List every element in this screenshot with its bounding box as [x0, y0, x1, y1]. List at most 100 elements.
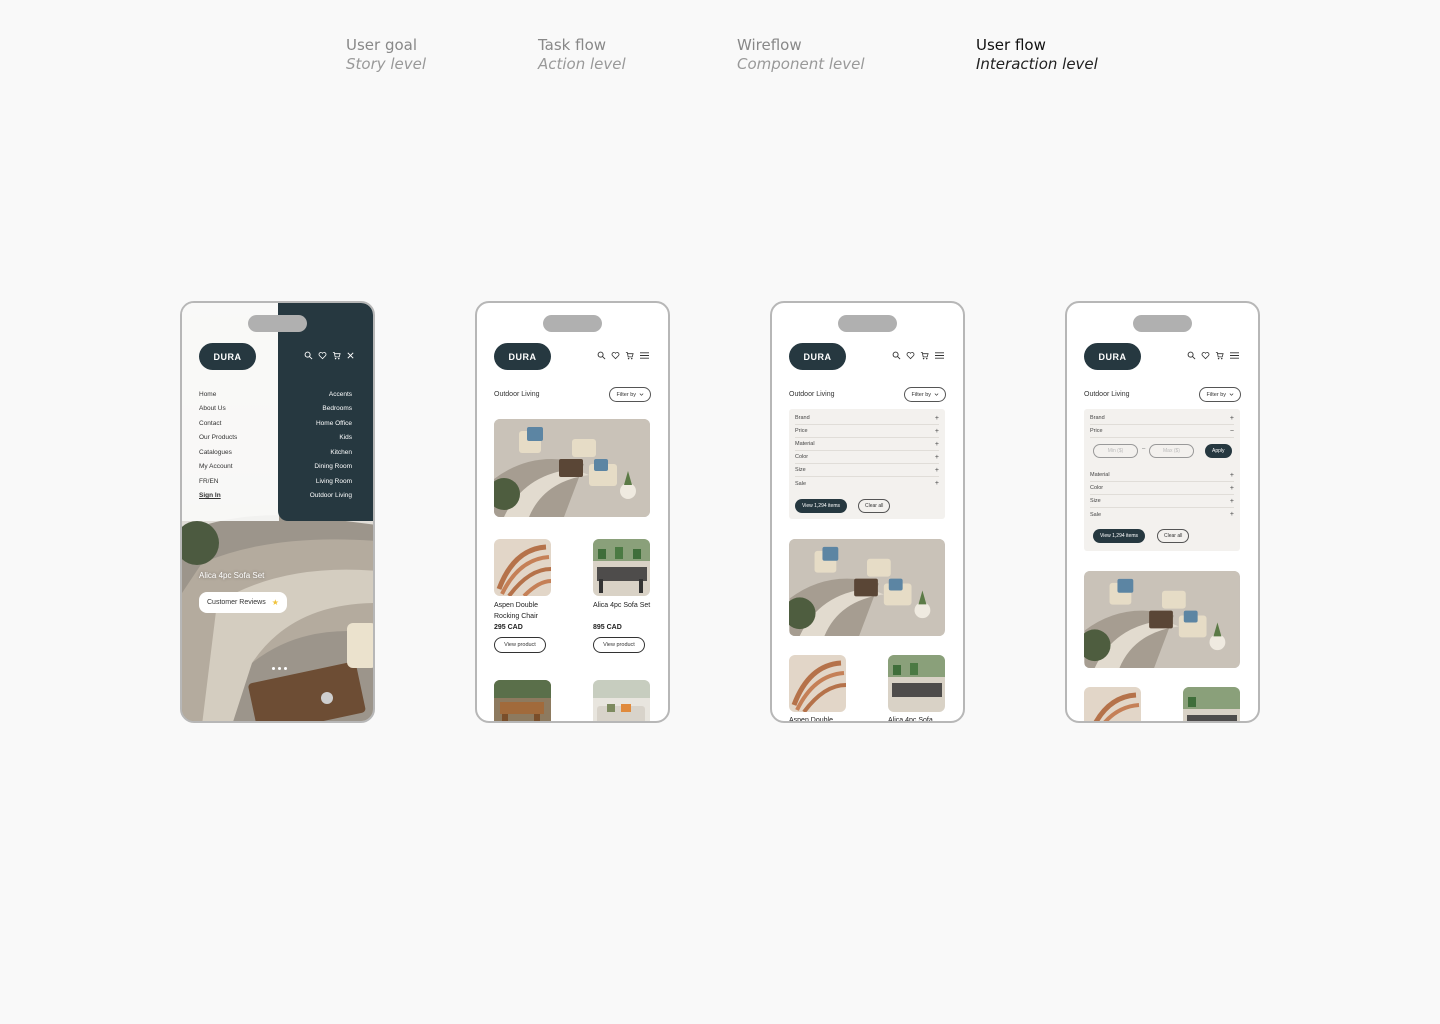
menu-item-about[interactable]: About Us	[199, 405, 226, 412]
range-dash: –	[1142, 446, 1146, 452]
phone-filter-screen: DURA Outdoor Living Filter by Brand + Pri…	[770, 301, 965, 723]
view-product-button[interactable]: View product	[593, 637, 645, 653]
filter-row-price[interactable]: Price −	[1090, 425, 1234, 438]
brand-logo[interactable]: DURA	[1084, 343, 1141, 370]
menu-item-language[interactable]: FR/EN	[199, 478, 219, 485]
tab-wireflow[interactable]: Wireflow Component level	[737, 36, 865, 74]
heart-icon[interactable]	[1201, 351, 1210, 360]
phone-notch	[543, 315, 602, 332]
clear-all-button[interactable]: Clear all	[1157, 529, 1190, 543]
brand-logo[interactable]: DURA	[789, 343, 846, 370]
hero-image	[494, 419, 650, 517]
heart-icon[interactable]	[318, 351, 327, 360]
search-icon[interactable]	[1187, 351, 1196, 360]
menu-item-sign-in[interactable]: Sign In	[199, 492, 221, 499]
product-name: Aspen Double	[789, 717, 833, 723]
cart-icon[interactable]	[625, 351, 634, 360]
menu-item-account[interactable]: My Account	[199, 463, 233, 470]
filter-button[interactable]: Filter by	[904, 387, 946, 402]
filter-row-sale[interactable]: Sale +	[795, 477, 939, 490]
view-items-button[interactable]: View 1,294 items	[1093, 529, 1145, 543]
filter-row-sale[interactable]: Sale +	[1090, 508, 1234, 521]
phone-menu-screen: DURA Home About Us Contact Our Products …	[180, 301, 375, 723]
phone-listing-screen: DURA Outdoor Living Filter by Aspen Doub…	[475, 301, 670, 723]
brand-logo[interactable]: DURA	[494, 343, 551, 370]
cart-icon[interactable]	[332, 351, 341, 360]
filter-button[interactable]: Filter by	[609, 387, 651, 402]
reviews-label: Customer Reviews	[207, 599, 266, 606]
menu-panel-right	[278, 303, 373, 521]
product-image-sofa-set[interactable]	[888, 655, 945, 712]
menu-item-kitchen[interactable]: Kitchen	[330, 449, 352, 456]
clear-all-button[interactable]: Clear all	[858, 499, 891, 513]
view-product-button[interactable]: View product	[494, 637, 546, 653]
product-image-sofa-set[interactable]	[1183, 687, 1240, 721]
search-icon[interactable]	[597, 351, 606, 360]
cart-icon[interactable]	[920, 351, 929, 360]
search-icon[interactable]	[892, 351, 901, 360]
menu-item-dining[interactable]: Dining Room	[314, 463, 352, 470]
min-price-input[interactable]: Min ($)	[1093, 444, 1138, 458]
tab-task-flow[interactable]: Task flow Action level	[538, 36, 626, 74]
chevron-down-icon	[1229, 393, 1234, 396]
menu-item-bedrooms[interactable]: Bedrooms	[322, 405, 352, 412]
customer-reviews-button[interactable]: Customer Reviews ★	[199, 592, 287, 613]
filter-row-brand[interactable]: Brand +	[1090, 412, 1234, 425]
header-icons	[1187, 351, 1240, 360]
filter-row-material[interactable]: Material +	[795, 438, 939, 451]
header-icons	[892, 351, 945, 360]
filter-panel: Brand + Price + Material + Color + Size + Sal…	[789, 409, 945, 519]
tab-user-goal[interactable]: User goal Story level	[346, 36, 426, 74]
hamburger-icon[interactable]	[639, 351, 650, 360]
filter-label: Filter by	[616, 391, 636, 398]
cart-icon[interactable]	[1215, 351, 1224, 360]
menu-item-accents[interactable]: Accents	[329, 391, 352, 398]
product-image[interactable]	[593, 680, 650, 721]
product-name: Alica 4pc Sofa	[888, 717, 933, 723]
product-image-rocking-chair[interactable]	[789, 655, 846, 712]
heart-icon[interactable]	[906, 351, 915, 360]
close-icon[interactable]	[346, 351, 355, 360]
menu-item-catalogues[interactable]: Catalogues	[199, 449, 232, 456]
header-icons	[597, 351, 650, 360]
filter-button[interactable]: Filter by	[1199, 387, 1241, 402]
carousel-dots[interactable]	[272, 667, 287, 670]
product-image-rocking-chair[interactable]	[494, 539, 551, 596]
product-price: 895 CAD	[593, 624, 622, 631]
brand-logo[interactable]: DURA	[199, 343, 256, 370]
hero-image	[789, 539, 945, 636]
max-price-input[interactable]: Max ($)	[1149, 444, 1194, 458]
search-icon[interactable]	[304, 351, 313, 360]
product-image-sofa-set[interactable]	[593, 539, 650, 596]
product-name: Alica 4pc Sofa Set	[593, 602, 651, 609]
tab-title: User flow	[976, 36, 1046, 54]
filter-row-price[interactable]: Price +	[795, 425, 939, 438]
filter-row-material[interactable]: Material +	[1090, 469, 1234, 482]
tab-title: Task flow	[538, 36, 607, 54]
view-items-button[interactable]: View 1,294 items	[795, 499, 847, 513]
filter-panel: Brand + Price − Min ($) – Max ($) Apply Ma…	[1084, 409, 1240, 551]
product-image[interactable]	[494, 680, 551, 721]
menu-item-home-office[interactable]: Home Office	[316, 420, 352, 427]
heart-icon[interactable]	[611, 351, 620, 360]
hamburger-icon[interactable]	[934, 351, 945, 360]
header-icons	[304, 351, 355, 360]
menu-item-contact[interactable]: Contact	[199, 420, 221, 427]
tab-user-flow[interactable]: User flow Interaction level	[976, 36, 1098, 74]
filter-row-size[interactable]: Size +	[1090, 495, 1234, 508]
tab-title: User goal	[346, 36, 418, 54]
hamburger-icon[interactable]	[1229, 351, 1240, 360]
menu-item-kids[interactable]: Kids	[339, 434, 352, 441]
filter-row-color[interactable]: Color +	[1090, 482, 1234, 495]
product-image-rocking-chair[interactable]	[1084, 687, 1141, 721]
filter-row-color[interactable]: Color +	[795, 451, 939, 464]
menu-item-home[interactable]: Home	[199, 391, 216, 398]
menu-item-products[interactable]: Our Products	[199, 434, 237, 441]
star-icon: ★	[271, 598, 279, 607]
menu-item-living[interactable]: Living Room	[316, 478, 352, 485]
apply-button[interactable]: Apply	[1205, 444, 1232, 458]
flow-canvas: User goal Story level Task flow Action l…	[0, 0, 1440, 1024]
filter-row-size[interactable]: Size +	[795, 464, 939, 477]
filter-row-brand[interactable]: Brand +	[795, 412, 939, 425]
menu-item-outdoor[interactable]: Outdoor Living	[310, 492, 352, 499]
